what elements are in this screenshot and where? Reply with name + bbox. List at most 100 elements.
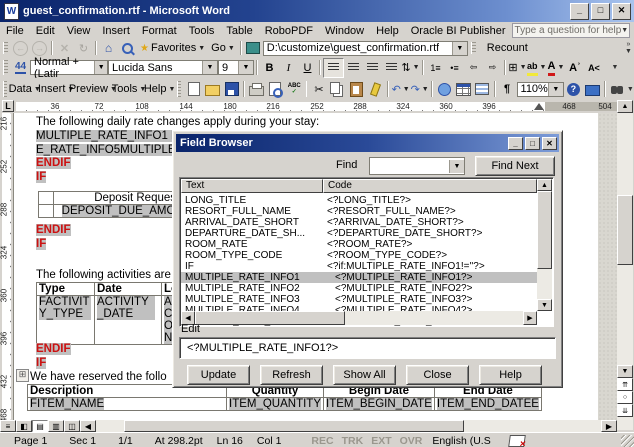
horizontal-ruler[interactable]: L 36 72 108 144 180 216 252 288 324 360 …	[0, 100, 617, 113]
field-row[interactable]: MULTIPLE_RATE_INFO2<?MULTIPLE_RATE_INFO2…	[181, 283, 537, 294]
line-spacing-icon[interactable]: ⇅▼	[401, 59, 420, 77]
address-combobox[interactable]: D:\customize\guest_confirmation.rtf ▼	[263, 41, 468, 56]
forward-icon[interactable]: →	[30, 39, 49, 57]
field-if[interactable]: IF	[36, 171, 46, 183]
horizontal-scroll-thumb[interactable]	[124, 420, 464, 432]
field-row[interactable]: RESORT_FULL_NAME<?RESORT_FULL_NAME?>	[181, 206, 537, 217]
close-button[interactable]: ✕	[612, 3, 631, 20]
back-icon[interactable]: ←	[11, 39, 30, 57]
toolbar-grip[interactable]	[471, 42, 476, 55]
columns-icon[interactable]	[473, 80, 492, 98]
toolbar-options-icon[interactable]: ▼	[609, 57, 620, 78]
menu-window[interactable]: Window	[319, 24, 370, 38]
horizontal-scrollbar[interactable]: ≡ ◧ ▤ ▥ ◫ ◀ ▶	[0, 420, 617, 432]
spelling-status-icon[interactable]	[508, 435, 526, 447]
menu-help[interactable]: Help	[370, 24, 405, 38]
refresh-button[interactable]: Refresh	[260, 365, 323, 385]
bip-preview-menu[interactable]: Preview▼	[73, 80, 114, 98]
toolbar-grip[interactable]	[3, 81, 7, 96]
find-next-button[interactable]: Find Next	[475, 156, 555, 176]
field-row[interactable]: DEPARTURE_DATE_SH...<?DEPARTURE_DATE_SHO…	[181, 228, 537, 239]
tab-selector[interactable]: L	[2, 100, 14, 112]
toolbar-options-icon[interactable]: ▼	[627, 78, 634, 100]
column-header-text[interactable]: Text	[181, 179, 323, 193]
status-ext-toggle[interactable]: EXT	[371, 435, 391, 447]
title-bar[interactable]: W guest_confirmation.rtf - Microsoft Wor…	[0, 0, 634, 22]
menu-view[interactable]: View	[61, 24, 97, 38]
field-endif[interactable]: ENDIF	[36, 224, 71, 236]
styles-and-formatting-icon[interactable]: 44	[11, 59, 30, 77]
zoom-combobox[interactable]: 110% ▼	[517, 82, 564, 97]
new-document-icon[interactable]	[184, 80, 203, 98]
insert-hyperlink-icon[interactable]	[435, 80, 454, 98]
underline-icon[interactable]: U	[298, 59, 317, 77]
update-button[interactable]: Update	[187, 365, 250, 385]
vertical-scroll-thumb[interactable]	[617, 195, 633, 265]
menu-format[interactable]: Format	[136, 24, 183, 38]
field-row[interactable]: ROOM_RATE<?ROOM_RATE?>	[181, 239, 537, 250]
recount-button[interactable]: Recount	[479, 39, 536, 57]
read-icon[interactable]	[583, 80, 602, 98]
field-item-name[interactable]: FITEM_NAME	[30, 398, 104, 410]
justify-icon[interactable]	[382, 59, 401, 77]
resize-grip[interactable]	[621, 435, 634, 447]
help-icon[interactable]: ?	[564, 80, 583, 98]
field-list[interactable]: Text Code LONG_TITLE<?LONG_TITLE?> RESOR…	[179, 177, 554, 327]
chevron-down-icon[interactable]: ▼	[452, 42, 467, 55]
status-rec-toggle[interactable]: REC	[311, 435, 333, 447]
refresh-icon[interactable]: ↻	[74, 39, 93, 57]
bulleted-list-icon[interactable]: •≡	[445, 59, 464, 77]
decrease-indent-icon[interactable]: ⇦	[464, 59, 483, 77]
numbered-list-icon[interactable]: 1≡	[426, 59, 445, 77]
font-color-icon[interactable]: A▼	[546, 59, 565, 77]
redo-icon[interactable]: ↷▼	[410, 80, 429, 98]
field-item-begin-date[interactable]: ITEM_BEGIN_DATE	[326, 398, 432, 410]
increase-indent-icon[interactable]: ⇨	[483, 59, 502, 77]
minimize-button[interactable]: _	[570, 3, 589, 20]
show-all-button[interactable]: Show All	[333, 365, 396, 385]
status-ovr-toggle[interactable]: OVR	[400, 435, 423, 447]
undo-icon[interactable]: ↶▼	[391, 80, 410, 98]
insert-table-icon[interactable]	[454, 80, 473, 98]
field-activity-type[interactable]: FACTIVITY_TYPE	[39, 296, 91, 320]
scroll-up-icon[interactable]: ▲	[537, 179, 552, 191]
show-hide-marks-icon[interactable]: ¶	[498, 80, 517, 98]
chevron-down-icon[interactable]: ▼	[449, 160, 464, 173]
right-indent-marker[interactable]	[534, 103, 544, 110]
print-layout-view-icon[interactable]: ▤	[32, 420, 48, 432]
border-icon[interactable]: ⊞▼	[508, 59, 527, 77]
bip-tools-menu[interactable]: Tools▼	[113, 80, 145, 98]
copy-icon[interactable]	[328, 80, 347, 98]
spelling-icon[interactable]: ABC✓	[285, 80, 304, 98]
menu-tools[interactable]: Tools	[183, 24, 221, 38]
home-icon[interactable]: ⌂	[99, 39, 118, 57]
dialog-minimize-button[interactable]: _	[508, 137, 523, 150]
close-dialog-button[interactable]: Close	[406, 365, 469, 385]
field-if[interactable]: IF	[36, 238, 46, 250]
field-if[interactable]: IF	[36, 357, 46, 369]
normal-view-icon[interactable]: ≡	[0, 420, 16, 432]
field-item-end-date[interactable]: ITEM_END_DATEE	[437, 398, 539, 410]
menu-table[interactable]: Table	[220, 24, 258, 38]
align-left-icon[interactable]	[323, 58, 344, 78]
list-scroll-thumb[interactable]	[537, 191, 552, 269]
print-icon[interactable]	[247, 80, 266, 98]
font-size-combobox[interactable]: 9 ▼	[218, 60, 254, 75]
field-row[interactable]: ROOM_TYPE_CODE<?ROOM_TYPE_CODE?>	[181, 250, 537, 261]
vertical-ruler[interactable]: 216 252 288 324 360 396 432 468	[0, 113, 14, 420]
open-icon[interactable]	[203, 80, 222, 98]
field-endif[interactable]: ENDIF	[36, 157, 71, 169]
reading-layout-icon[interactable]: ◫	[64, 420, 80, 432]
field-row[interactable]: LONG_TITLE<?LONG_TITLE?>	[181, 195, 537, 206]
reserved-items-table[interactable]: Description Quantity Begin Date End Date…	[27, 384, 542, 411]
highlight-icon[interactable]: ab▼	[527, 59, 546, 77]
italic-icon[interactable]: I	[279, 59, 298, 77]
style-combobox[interactable]: Normal + (Latir ▼	[30, 60, 108, 75]
menu-robopdf[interactable]: RoboPDF	[259, 24, 319, 38]
paste-icon[interactable]	[347, 80, 366, 98]
edit-field-input[interactable]: <?MULTIPLE_RATE_INFO1?>	[179, 337, 556, 359]
question-for-help-input[interactable]: Type a question for help ▼	[512, 23, 630, 38]
print-preview-icon[interactable]	[266, 80, 285, 98]
maximize-button[interactable]: □	[591, 3, 610, 20]
bip-data-menu[interactable]: Data▼	[10, 80, 40, 98]
